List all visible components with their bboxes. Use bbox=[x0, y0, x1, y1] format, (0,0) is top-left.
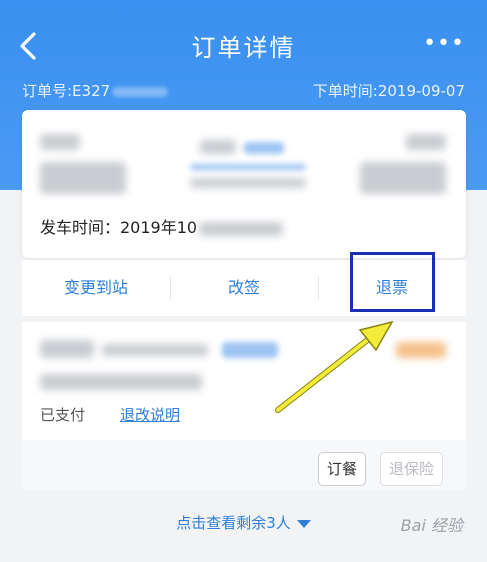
annotation-arrow-icon bbox=[275, 320, 394, 413]
